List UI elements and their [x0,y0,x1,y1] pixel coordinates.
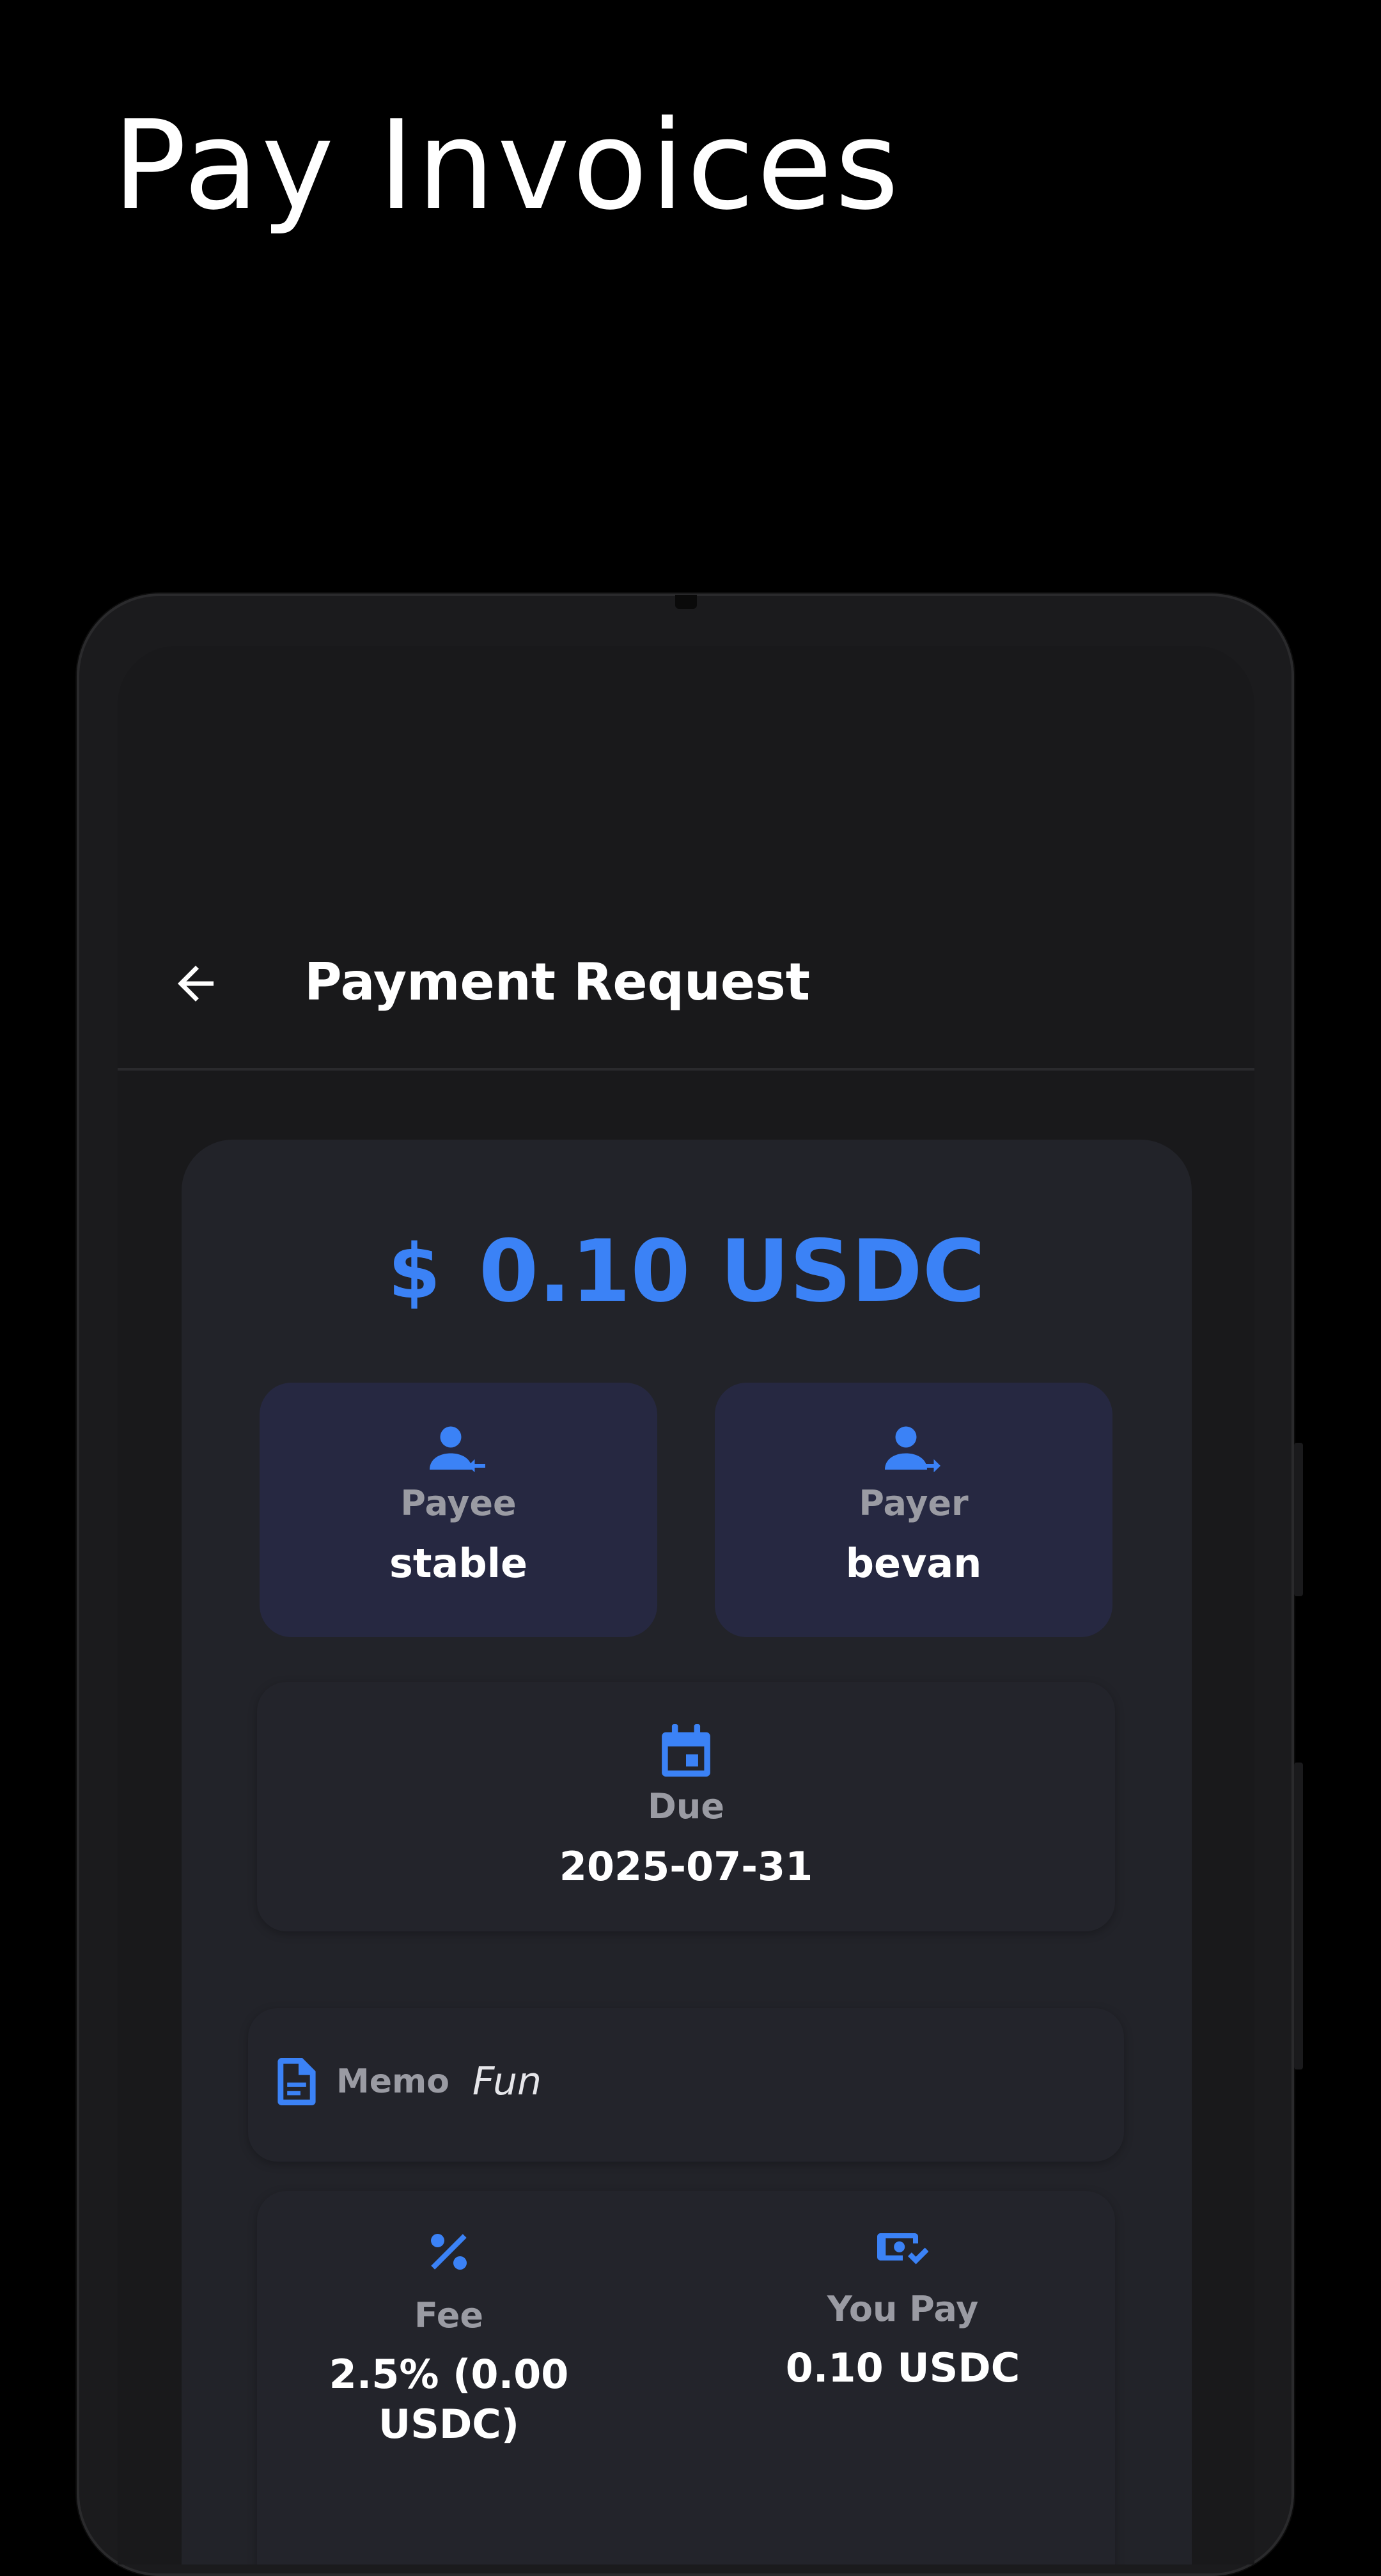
payer-tile: Payer bevan [715,1383,1112,1637]
currency-symbol: $ [387,1227,441,1315]
phone-speaker [675,595,697,609]
phone-side-button [1294,1763,1303,2069]
promo-headline: Pay Invoices [113,95,901,237]
payee-label: Payee [400,1483,517,1523]
amount-value: 0.10 USDC [478,1221,986,1321]
app-screen: Payment Request $ 0.10 USDC Payee stable… [118,646,1254,2564]
payment-request-card: $ 0.10 USDC Payee stable Payer bevan Due… [182,1140,1192,2564]
payer-value: bevan [845,1540,982,1587]
percent-icon [431,2234,467,2270]
arrow-left-icon [178,966,214,1001]
amount-display: $ 0.10 USDC [182,1220,1192,1323]
back-button[interactable] [160,948,231,1019]
payment-check-icon [877,2233,928,2265]
due-label: Due [648,1786,724,1826]
you-pay-value: 0.10 USDC [785,2344,1020,2391]
memo-panel: Memo Fun [248,2008,1124,2162]
due-value: 2025-07-31 [559,1843,813,1890]
you-pay-column: You Pay 0.10 USDC [711,2229,1095,2393]
you-pay-label: You Pay [827,2289,979,2329]
phone-side-button [1294,1443,1303,1596]
person-arrow-left-icon [430,1426,485,1473]
app-bar: Payment Request [118,902,1254,1071]
fee-summary-panel: Fee 2.5% (0.00 USDC) You Pay 0.10 USDC [257,2191,1115,2564]
fee-value: 2.5% (0.00 USDC) [329,2351,569,2447]
due-date-panel: Due 2025-07-31 [257,1682,1115,1931]
memo-label: Memo [336,2062,449,2101]
memo-value: Fun [472,2059,542,2104]
payee-value: stable [389,1540,528,1587]
page-title: Payment Request [304,952,811,1012]
payer-label: Payer [859,1483,969,1523]
payee-tile: Payee stable [260,1383,657,1637]
memo-row: Memo Fun [277,2058,542,2105]
document-icon [277,2058,316,2105]
calendar-icon [662,1724,710,1777]
person-arrow-right-icon [885,1426,940,1473]
fee-column: Fee 2.5% (0.00 USDC) [257,2229,641,2449]
fee-label: Fee [414,2295,483,2336]
